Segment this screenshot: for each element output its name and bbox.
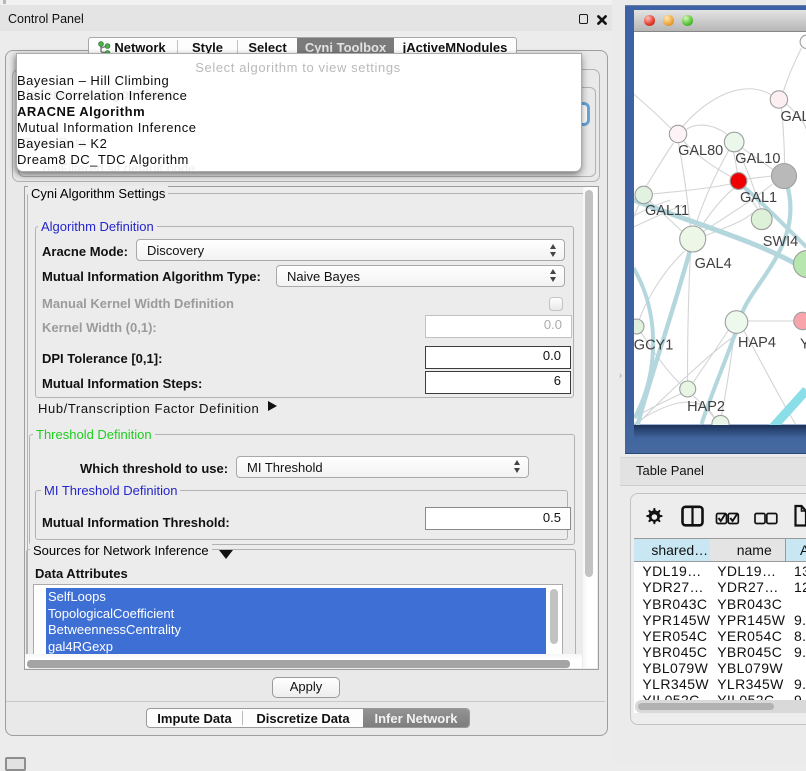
svg-text:SWI4: SWI4 <box>762 234 797 250</box>
svg-text:HAP2: HAP2 <box>687 399 725 415</box>
svg-text:GAL10: GAL10 <box>735 151 780 167</box>
svg-text:Y: Y <box>800 336 806 352</box>
svg-text:GAL1: GAL1 <box>740 190 777 206</box>
svg-text:GAL4: GAL4 <box>694 256 731 272</box>
svg-text:GCY1: GCY1 <box>634 338 673 354</box>
svg-text:GAL11: GAL11 <box>645 203 689 219</box>
svg-text:GAL80: GAL80 <box>678 143 723 159</box>
svg-text:GAL2: GAL2 <box>780 109 806 125</box>
svg-text:HAP4: HAP4 <box>738 335 776 351</box>
